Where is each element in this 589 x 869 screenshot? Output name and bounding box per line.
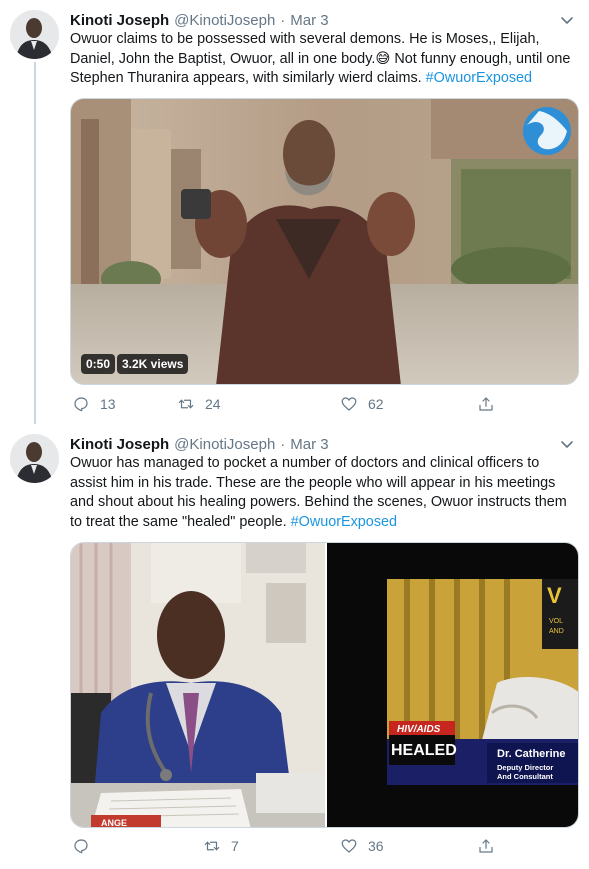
like-count: 36 bbox=[368, 838, 384, 854]
avatar[interactable] bbox=[10, 10, 59, 59]
tweet-header: Kinoti Joseph @KinotiJoseph · Mar 3 bbox=[70, 10, 329, 30]
tweet-text: Owuor claims to be possessed with severa… bbox=[70, 30, 575, 89]
photo-left[interactable]: ANGE bbox=[71, 543, 325, 828]
tweet-text: Owuor has managed to pocket a number of … bbox=[70, 454, 575, 533]
chevron-down-icon[interactable] bbox=[559, 12, 575, 28]
like-icon bbox=[341, 839, 357, 853]
tweet-actions: 13 24 62 bbox=[70, 395, 500, 415]
reply-icon bbox=[74, 397, 88, 412]
tweet-date[interactable]: Mar 3 bbox=[290, 436, 328, 453]
caption-line-1: Deputy Director bbox=[497, 763, 553, 772]
author-name[interactable]: Kinoti Joseph bbox=[70, 436, 169, 453]
caption-name: Dr. Catherine bbox=[497, 748, 565, 760]
separator-dot: · bbox=[280, 435, 286, 453]
like-count: 62 bbox=[368, 396, 384, 412]
corner-text-2: AND bbox=[549, 628, 564, 635]
tweet-2[interactable]: Kinoti Joseph @KinotiJoseph · Mar 3 Owuo… bbox=[0, 434, 589, 864]
doctor-photo: ANGE bbox=[71, 543, 325, 828]
video-duration: 0:50 bbox=[81, 354, 116, 374]
video-thumbnail bbox=[71, 99, 578, 384]
retweet-count: 7 bbox=[231, 838, 239, 854]
badge-top-text: HIV/AIDS bbox=[397, 724, 441, 735]
separator-dot: · bbox=[280, 11, 286, 29]
reply-count: 13 bbox=[100, 396, 116, 412]
photo-grid: ANGE V VOL AND HIV/AIDS HEALED Dr. Cathe… bbox=[70, 542, 579, 828]
tweet-1[interactable]: Kinoti Joseph @KinotiJoseph · Mar 3 Owuo… bbox=[0, 10, 589, 430]
caption-line-2: And Consultant bbox=[497, 772, 553, 781]
book-label: ANGE bbox=[101, 818, 127, 828]
hashtag-link[interactable]: #OwuorExposed bbox=[291, 514, 397, 530]
retweet-icon bbox=[178, 399, 194, 409]
grin-sweat-emoji: 😅 bbox=[375, 50, 391, 67]
hashtag-link[interactable]: #OwuorExposed bbox=[426, 70, 532, 86]
share-button[interactable] bbox=[477, 837, 495, 855]
like-button[interactable]: 36 bbox=[340, 837, 384, 855]
globe-logo-icon bbox=[523, 107, 571, 155]
video-views: 3.2K views bbox=[117, 354, 189, 374]
photo-right[interactable]: V VOL AND HIV/AIDS HEALED Dr. Catherine … bbox=[327, 543, 578, 827]
tweet-header: Kinoti Joseph @KinotiJoseph · Mar 3 bbox=[70, 434, 329, 454]
reply-button[interactable]: 13 bbox=[72, 395, 116, 413]
chevron-down-icon[interactable] bbox=[559, 436, 575, 452]
badge-main-text: HEALED bbox=[391, 742, 457, 759]
retweet-icon bbox=[204, 841, 220, 851]
tweet-date[interactable]: Mar 3 bbox=[290, 12, 328, 29]
retweet-button[interactable]: 24 bbox=[177, 395, 221, 413]
tv-screenshot: V VOL AND HIV/AIDS HEALED Dr. Catherine … bbox=[327, 543, 578, 827]
video-player[interactable]: 0:50 3.2K views bbox=[70, 98, 579, 385]
share-icon bbox=[479, 839, 493, 853]
like-icon bbox=[341, 397, 357, 411]
author-handle[interactable]: @KinotiJoseph bbox=[174, 12, 275, 29]
share-button[interactable] bbox=[477, 395, 495, 413]
share-icon bbox=[479, 397, 493, 411]
corner-letter: V bbox=[547, 583, 562, 608]
retweet-count: 24 bbox=[205, 396, 221, 412]
reply-icon bbox=[74, 839, 88, 854]
tweet-actions: 7 36 bbox=[70, 837, 500, 857]
reply-button[interactable] bbox=[72, 837, 100, 855]
author-name[interactable]: Kinoti Joseph bbox=[70, 12, 169, 29]
retweet-button[interactable]: 7 bbox=[203, 837, 239, 855]
like-button[interactable]: 62 bbox=[340, 395, 384, 413]
corner-text-1: VOL bbox=[549, 618, 563, 625]
avatar[interactable] bbox=[10, 434, 59, 483]
author-handle[interactable]: @KinotiJoseph bbox=[174, 436, 275, 453]
